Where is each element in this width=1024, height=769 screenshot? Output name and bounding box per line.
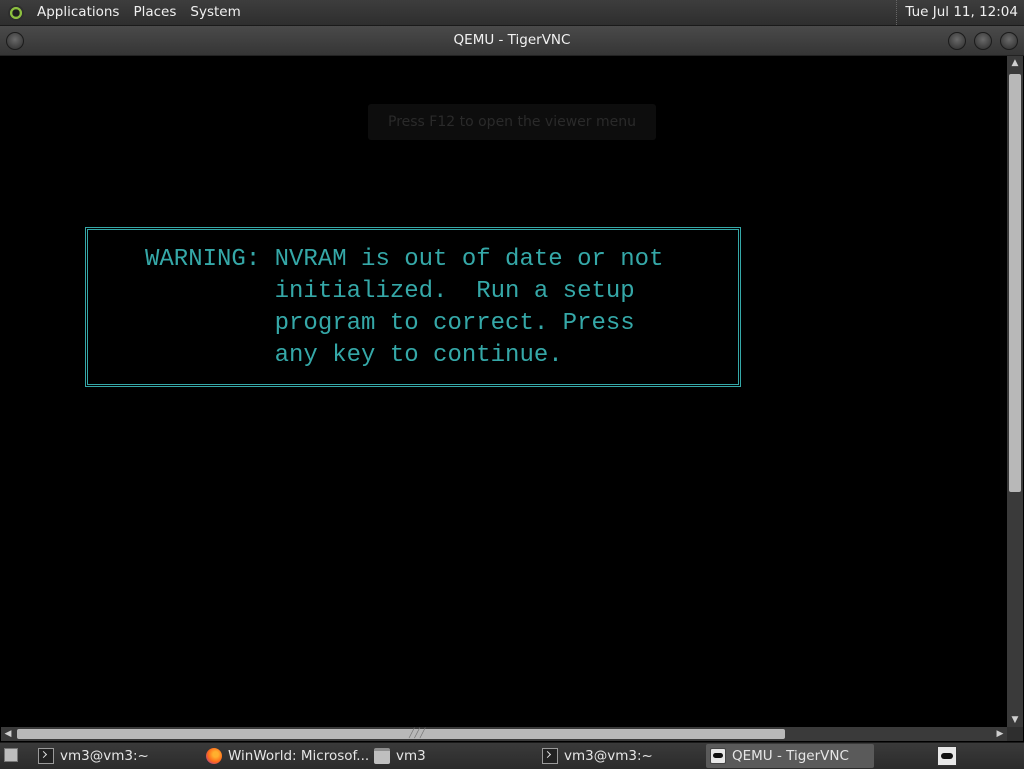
warning-line-3: program to correct. Press: [145, 310, 635, 337]
scroll-up-icon[interactable]: ▲: [1007, 56, 1023, 70]
taskbar-item-folder[interactable]: vm3: [374, 744, 534, 768]
vnc-remote-screen[interactable]: Press F12 to open the viewer menu WARNIN…: [1, 56, 1007, 727]
scroll-grip-icon: ╱╱╱: [409, 729, 426, 739]
taskbar-item-label: QEMU - TigerVNC: [732, 748, 849, 764]
taskbar-item-label: vm3: [396, 748, 426, 764]
vnc-icon: [710, 748, 726, 764]
horizontal-scroll-thumb[interactable]: ╱╱╱: [17, 729, 785, 739]
terminal-icon: [38, 748, 54, 764]
scrollbar-corner: [1007, 727, 1023, 741]
scroll-down-icon[interactable]: ▼: [1007, 713, 1023, 727]
maximize-button[interactable]: [974, 32, 992, 50]
show-desktop-icon[interactable]: [4, 748, 18, 762]
viewer-menu-hint: Press F12 to open the viewer menu: [368, 104, 656, 140]
menu-applications[interactable]: Applications: [30, 0, 126, 25]
warning-line-1: WARNING: NVRAM is out of date or not: [145, 246, 664, 273]
terminal-icon: [542, 748, 558, 764]
top-panel: Applications Places System Tue Jul 11, 1…: [0, 0, 1024, 26]
taskbar-item-firefox[interactable]: WinWorld: Microsof...: [206, 744, 368, 768]
distro-logo-icon[interactable]: [8, 4, 24, 21]
horizontal-scrollbar[interactable]: ◀ ╱╱╱ ▶: [1, 727, 1007, 741]
warning-line-4: any key to continue.: [145, 342, 563, 369]
vertical-scroll-thumb[interactable]: [1009, 74, 1021, 492]
warning-line-2: initialized. Run a setup: [145, 278, 635, 305]
taskbar-item-terminal-2[interactable]: vm3@vm3:~: [542, 744, 700, 768]
taskbar-item-label: vm3@vm3:~: [60, 748, 149, 764]
vnc-tray-icon[interactable]: [937, 746, 957, 766]
taskbar-item-terminal-1[interactable]: vm3@vm3:~: [38, 744, 196, 768]
taskbar-item-label: WinWorld: Microsof...: [228, 748, 368, 764]
scroll-right-icon[interactable]: ▶: [993, 727, 1007, 741]
close-button[interactable]: [1000, 32, 1018, 50]
vertical-scrollbar[interactable]: ▲ ▼: [1007, 56, 1023, 727]
taskbar-item-label: vm3@vm3:~: [564, 748, 653, 764]
folder-icon: [374, 748, 390, 764]
minimize-button[interactable]: [948, 32, 966, 50]
scroll-left-icon[interactable]: ◀: [1, 727, 15, 741]
window-title: QEMU - TigerVNC: [453, 32, 571, 48]
menu-places[interactable]: Places: [126, 0, 183, 25]
taskbar-item-vnc[interactable]: QEMU - TigerVNC: [706, 744, 874, 768]
clock[interactable]: Tue Jul 11, 12:04: [896, 0, 1018, 25]
window-titlebar[interactable]: QEMU - TigerVNC: [0, 26, 1024, 56]
firefox-icon: [206, 748, 222, 764]
menu-system[interactable]: System: [183, 0, 247, 25]
bottom-taskbar: vm3@vm3:~ WinWorld: Microsof... vm3 vm3@…: [0, 742, 1024, 769]
